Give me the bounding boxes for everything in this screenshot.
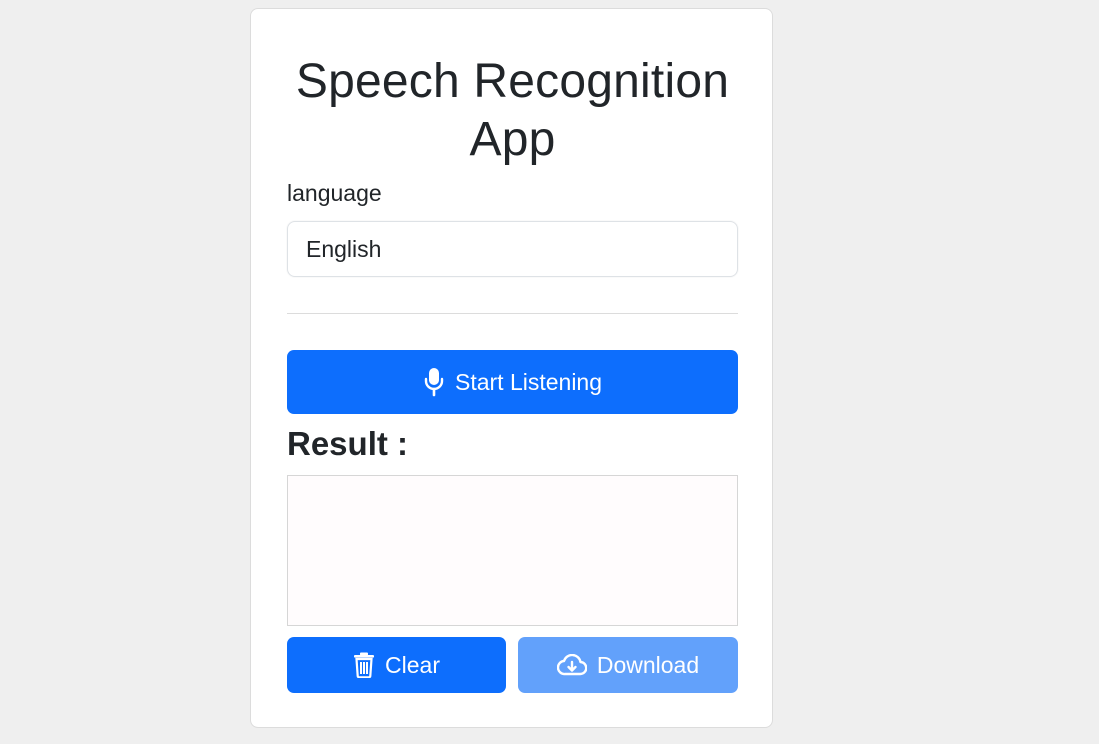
microphone-icon: [423, 367, 445, 397]
language-label: language: [287, 180, 382, 206]
language-selected-value: English: [306, 236, 382, 262]
app-card: Speech Recognition App language English …: [250, 8, 773, 728]
start-listening-label: Start Listening: [454, 368, 603, 395]
cloud-download-icon: [556, 654, 587, 676]
page-title: Speech Recognition App: [295, 55, 730, 166]
divider: [287, 313, 738, 314]
start-listening-button[interactable]: Start Listening: [287, 350, 738, 414]
download-button[interactable]: Download: [518, 637, 738, 693]
result-heading: Result :: [287, 425, 409, 462]
language-select[interactable]: English: [287, 221, 738, 277]
clear-button[interactable]: Clear: [287, 637, 506, 693]
result-textarea[interactable]: [287, 475, 738, 626]
clear-label: Clear: [385, 651, 440, 678]
trash-icon: [353, 652, 375, 678]
download-label: Download: [596, 651, 700, 678]
